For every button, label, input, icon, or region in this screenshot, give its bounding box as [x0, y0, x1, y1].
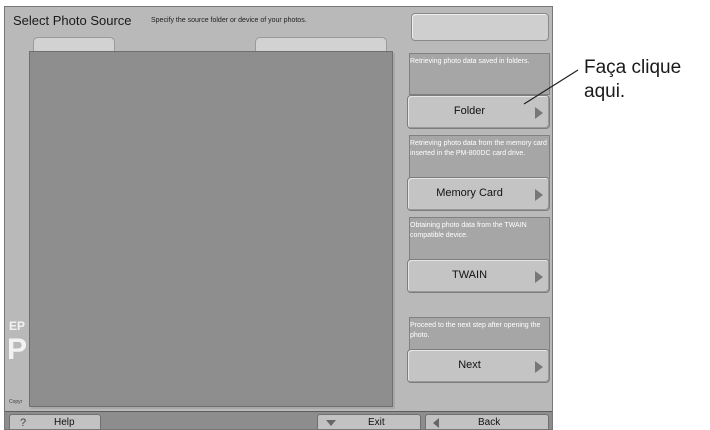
callout-text-line1: Faça clique	[584, 57, 682, 78]
exit-button[interactable]: Exit	[317, 414, 421, 429]
exit-button-label: Exit	[368, 417, 385, 428]
twain-button-label: TWAIN	[451, 269, 488, 281]
memory-card-button-label: Memory Card	[436, 187, 503, 199]
help-button-label: Help	[54, 417, 75, 428]
arrow-right-icon	[535, 271, 543, 283]
top-right-frame	[411, 13, 549, 41]
memory-card-description: Retrieving photo data from the memory ca…	[410, 140, 547, 157]
bottom-bar: ? Help Exit Back	[5, 411, 552, 429]
folder-button-label: Folder	[453, 105, 486, 117]
triangle-down-icon	[326, 420, 336, 426]
callout-pointer-line	[523, 69, 579, 105]
next-button-label: Next	[458, 359, 481, 371]
triangle-left-icon	[433, 418, 439, 428]
brand-text-large: P	[7, 333, 28, 366]
arrow-right-icon	[535, 189, 543, 201]
back-button[interactable]: Back	[425, 414, 549, 429]
callout-text: Faça clique aqui.	[584, 56, 681, 104]
next-button[interactable]: Next	[407, 349, 550, 383]
page-subtitle: Specify the source folder or device of y…	[151, 17, 307, 24]
copyright-text: Copyr	[9, 399, 23, 405]
brand-text-small: EP	[9, 319, 26, 333]
memory-card-button[interactable]: Memory Card	[407, 177, 550, 211]
photo-preview-area	[29, 51, 393, 407]
app-window: Select Photo Source Specify the source f…	[4, 6, 553, 430]
arrow-right-icon	[535, 107, 543, 119]
back-button-label: Back	[478, 417, 501, 428]
next-description: Proceed to the next step after opening t…	[410, 322, 541, 339]
callout-text-line2: aqui.	[584, 81, 626, 102]
page-title: Select Photo Source	[13, 13, 132, 28]
arrow-right-icon	[535, 361, 543, 373]
question-icon: ?	[20, 417, 27, 429]
twain-description: Obtaining photo data from the TWAIN comp…	[410, 222, 527, 239]
twain-button[interactable]: TWAIN	[407, 259, 550, 293]
help-button[interactable]: ? Help	[9, 414, 101, 429]
